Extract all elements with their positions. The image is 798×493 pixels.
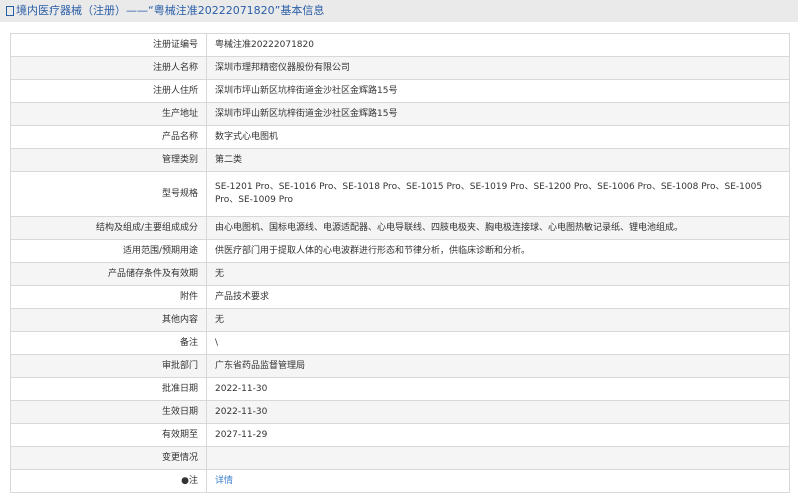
field-label: 有效期至: [10, 423, 207, 447]
field-label: 结构及组成/主要组成成分: [10, 216, 207, 240]
table-row: 适用范围/预期用途 供医疗部门用于提取人体的心电波群进行形态和节律分析，供临床诊断…: [10, 239, 790, 263]
field-label: ●注: [10, 469, 207, 493]
field-value: 深圳市理邦精密仪器股份有限公司: [206, 56, 790, 80]
field-value: 由心电图机、国标电源线、电源适配器、心电导联线、四肢电极夹、胸电极连接球、心电图…: [206, 216, 790, 240]
field-value: 第二类: [206, 148, 790, 172]
table-row: 注册人住所 深圳市坪山新区坑梓街道金沙社区金辉路15号: [10, 79, 790, 103]
table-row: 附件 产品技术要求: [10, 285, 790, 309]
field-value: SE-1201 Pro、SE-1016 Pro、SE-1018 Pro、SE-1…: [206, 171, 790, 217]
field-value: 2027-11-29: [206, 423, 790, 447]
table-row: 管理类别 第二类: [10, 148, 790, 172]
field-label: 产品储存条件及有效期: [10, 262, 207, 286]
table-row: 备注 \: [10, 331, 790, 355]
field-label: 适用范围/预期用途: [10, 239, 207, 263]
field-value: 无: [206, 262, 790, 286]
field-label: 型号规格: [10, 171, 207, 217]
field-value: 广东省药品监督管理局: [206, 354, 790, 378]
table-row: 审批部门 广东省药品监督管理局: [10, 354, 790, 378]
table-row: 其他内容无: [10, 308, 790, 332]
field-label: 附件: [10, 285, 207, 309]
field-value: 2022-11-30: [206, 377, 790, 401]
details-cell: 详情: [206, 469, 790, 493]
table-row: 结构及组成/主要组成成分 由心电图机、国标电源线、电源适配器、心电导联线、四肢电极…: [10, 216, 790, 240]
field-value: 产品技术要求: [206, 285, 790, 309]
field-label: 其他内容: [10, 308, 207, 332]
field-label: 产品名称: [10, 125, 207, 149]
field-value: 2022-11-30: [206, 400, 790, 424]
field-label: 审批部门: [10, 354, 207, 378]
field-label: 注册人名称: [10, 56, 207, 80]
table-row: 型号规格 SE-1201 Pro、SE-1016 Pro、SE-1018 Pro、…: [10, 171, 790, 217]
field-label: 备注: [10, 331, 207, 355]
table-row: 变更情况: [10, 446, 790, 470]
table-row: 产品储存条件及有效期无: [10, 262, 790, 286]
page-title: 境内医疗器械（注册）——“粤械注准20222071820”基本信息: [0, 0, 798, 22]
field-label: 变更情况: [10, 446, 207, 470]
field-label: 注册人住所: [10, 79, 207, 103]
field-value: 无: [206, 308, 790, 332]
info-table: 注册证编号 粤械注准20222071820 注册人名称 深圳市理邦精密仪器股份有限公司…: [10, 33, 790, 493]
field-value: [206, 446, 790, 470]
field-value: \: [206, 331, 790, 355]
table-row: 注册人名称 深圳市理邦精密仪器股份有限公司: [10, 56, 790, 80]
field-label: 管理类别: [10, 148, 207, 172]
table-row: 产品名称 数字式心电图机: [10, 125, 790, 149]
field-value: 深圳市坪山新区坑梓街道金沙社区金辉路15号: [206, 79, 790, 103]
table-row: 注册证编号 粤械注准20222071820: [10, 33, 790, 57]
document-icon: [6, 6, 14, 16]
table-row: ●注 详情: [10, 469, 790, 493]
field-label: 批准日期: [10, 377, 207, 401]
table-row: 批准日期 2022-11-30: [10, 377, 790, 401]
field-label: 生产地址: [10, 102, 207, 126]
table-row: 生产地址 深圳市坪山新区坑梓街道金沙社区金辉路15号: [10, 102, 790, 126]
field-label: 生效日期: [10, 400, 207, 424]
table-row: 有效期至 2027-11-29: [10, 423, 790, 447]
table-row: 生效日期 2022-11-30: [10, 400, 790, 424]
field-value: 数字式心电图机: [206, 125, 790, 149]
field-label: 注册证编号: [10, 33, 207, 57]
details-link[interactable]: 详情: [215, 476, 233, 486]
field-value: 供医疗部门用于提取人体的心电波群进行形态和节律分析，供临床诊断和分析。: [206, 239, 790, 263]
field-value: 粤械注准20222071820: [206, 33, 790, 57]
field-value: 深圳市坪山新区坑梓街道金沙社区金辉路15号: [206, 102, 790, 126]
